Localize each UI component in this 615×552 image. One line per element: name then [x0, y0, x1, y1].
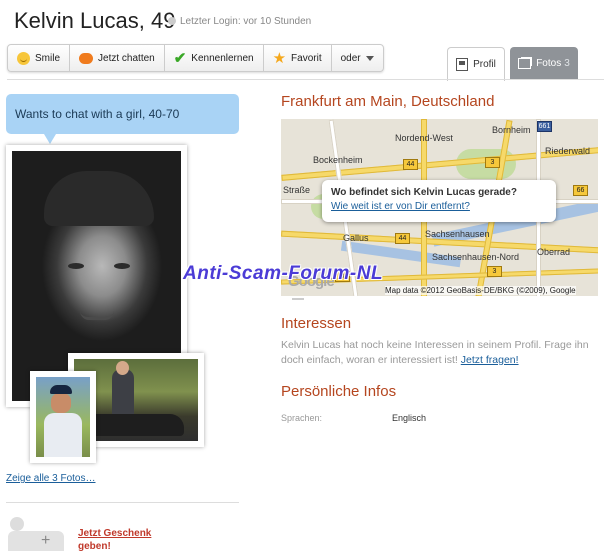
favorite-button-label: Favorit — [291, 52, 322, 64]
gift-link-line2[interactable]: geben! — [78, 541, 111, 552]
tab-profil-label: Profil — [473, 59, 496, 70]
photo-eye-left — [68, 263, 84, 269]
status-speech-bubble: Wants to chat with a girl, 40-70 — [6, 94, 239, 134]
star-icon: ★ — [272, 50, 287, 67]
thumbnail-shirt — [44, 413, 82, 457]
map-road-shield: 661 — [537, 121, 552, 132]
left-divider — [6, 502, 239, 503]
map-label: Nordend-West — [395, 133, 453, 143]
map-label: Sachsenhausen — [425, 229, 490, 239]
more-dropdown[interactable]: oder — [332, 45, 383, 71]
fotos-count: 3 — [564, 58, 570, 69]
thumbnail-face — [51, 393, 71, 413]
more-dropdown-label: oder — [340, 52, 361, 64]
show-all-photos-link[interactable]: Zeige alle 3 Fotos… — [6, 473, 96, 484]
map-info-box: Wo befindet sich Kelvin Lucas gerade? Wi… — [322, 180, 556, 222]
map-label: Straße — [283, 185, 311, 195]
personal-info-title: Persönliche Infos — [281, 383, 397, 400]
login-status: Letzter Login: vor 10 Stunden — [168, 16, 311, 27]
plus-icon: + — [41, 532, 51, 549]
map-label: Sachsenhausen-Nord — [432, 252, 520, 262]
speech-bubble-tail — [44, 134, 56, 144]
chat-button-label: Jetzt chatten — [98, 52, 155, 64]
profile-name: Kelvin Lucas, 49 — [14, 8, 176, 33]
gift-avatar-icon[interactable]: + — [8, 517, 66, 551]
photo-hair — [44, 171, 154, 226]
meet-button-label: Kennenlernen — [191, 52, 254, 64]
login-status-text: Letzter Login: vor 10 Stunden — [180, 16, 312, 27]
photo-eye-right — [114, 263, 130, 269]
map-label: Riederwald — [545, 146, 591, 156]
gift-avatar-body — [8, 531, 64, 551]
chat-button[interactable]: Jetzt chatten — [70, 45, 165, 71]
thumbnail-cap — [50, 385, 72, 394]
map-road-shield: 66 — [573, 185, 588, 196]
smile-icon — [17, 51, 30, 65]
tab-divider — [7, 79, 604, 80]
smile-button-label: Smile — [35, 52, 61, 64]
map-credit: Map data ©2012 GeoBasis-DE/BKG (©2009), … — [385, 286, 576, 295]
action-bar: Smile Jetzt chatten ✔ Kennenlernen ★ Favor… — [7, 44, 384, 72]
photo-mouth — [80, 311, 114, 320]
interests-message: Kelvin Lucas hat noch keine Interessen i… — [281, 339, 589, 366]
interests-text: Kelvin Lucas hat noch keine Interessen i… — [281, 338, 601, 368]
gift-avatar-head — [10, 517, 24, 531]
map-road-shield: 44 — [395, 233, 410, 244]
thumbnail-head — [116, 361, 129, 375]
map-road-shield: 3 — [487, 266, 502, 277]
watermark: Anti-Scam-Forum-NL — [183, 263, 384, 284]
map-label: Bockenheim — [313, 155, 363, 165]
chat-bubble-icon — [79, 52, 94, 64]
map-road-shield: 3 — [485, 157, 500, 168]
map-label: Bornheim — [492, 125, 531, 135]
map-road-shield: 44 — [403, 159, 418, 170]
map-label: Gallus — [343, 233, 369, 243]
location-title: Frankfurt am Main, Deutschland — [281, 93, 495, 110]
distance-link[interactable]: Wie weit ist er von Dir entfernt? — [331, 201, 547, 212]
smile-button[interactable]: Smile — [8, 45, 71, 71]
photo-thumbnail-cap[interactable] — [30, 371, 96, 463]
tab-fotos[interactable]: Fotos 3 — [510, 47, 578, 80]
profile-doc-icon — [456, 58, 469, 71]
map-question: Wo befindet sich Kelvin Lucas gerade? — [331, 187, 517, 198]
favorite-button[interactable]: ★ Favorit — [264, 45, 332, 71]
tab-fotos-label: Fotos — [536, 58, 562, 69]
map-resize-grip[interactable] — [292, 298, 304, 300]
thumbnail-image — [36, 377, 90, 457]
map-label: Oberrad — [537, 247, 571, 257]
language-value: Englisch — [392, 413, 427, 423]
gift-link[interactable]: Jetzt Geschenk — [78, 528, 151, 539]
tab-profil[interactable]: Profil — [447, 47, 505, 81]
meet-button[interactable]: ✔ Kennenlernen — [165, 45, 264, 71]
checkmark-icon: ✔ — [173, 50, 187, 67]
interests-title: Interessen — [281, 315, 352, 332]
thumbnail-car — [84, 414, 184, 436]
photos-icon — [518, 58, 532, 69]
ask-now-link[interactable]: Jetzt fragen! — [461, 354, 519, 366]
language-label: Sprachen: — [281, 413, 323, 423]
chevron-down-icon — [365, 55, 374, 61]
status-dot-icon — [168, 17, 176, 25]
